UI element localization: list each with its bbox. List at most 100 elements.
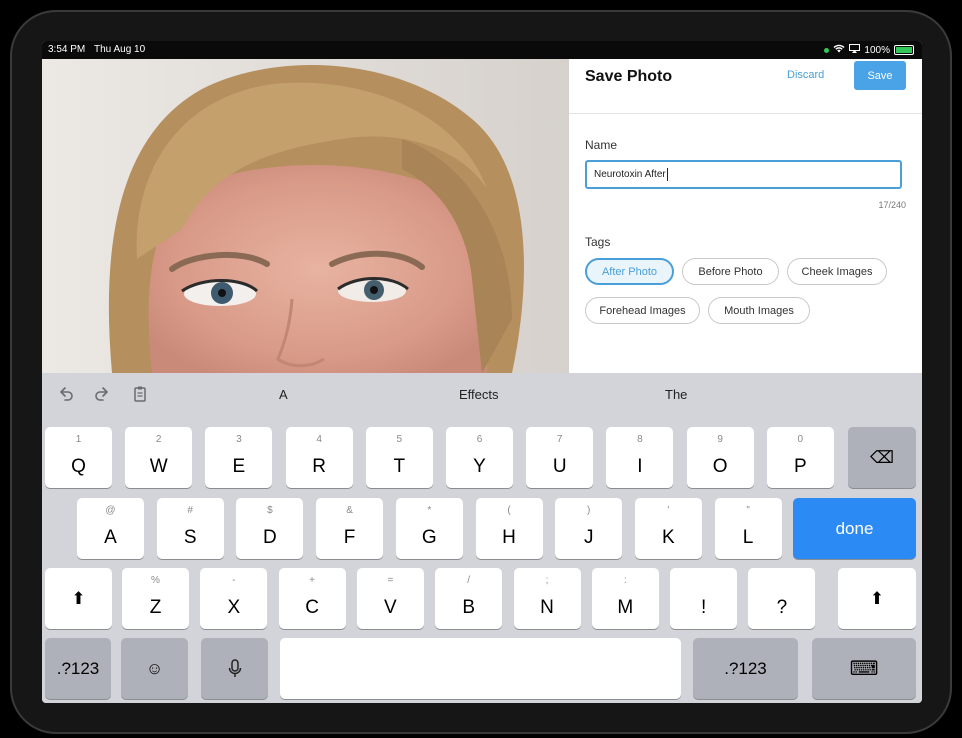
key-alt-char: 3 [236,434,242,445]
key-alt-char: # [187,505,193,516]
key-row1-5[interactable]: 6Y [446,427,513,488]
key-row1-1[interactable]: 2W [125,427,193,488]
key-alt-char: % [151,575,160,586]
numbers-key-right[interactable]: .?123 [693,638,798,699]
key-row3-3[interactable]: = V [356,568,424,629]
undo-icon[interactable] [56,385,76,405]
key-char: ? [776,597,788,618]
onscreen-keyboard: A Effects The 1Q2W3E4R5T6Y7U8I9O0P @ A # S $… [42,373,922,703]
key-char: ! [700,597,707,618]
key-row2-1[interactable]: # S [156,498,224,559]
key-row1-8[interactable]: 9O [686,427,754,488]
key-row3-6[interactable]: :M [591,568,659,629]
status-time: 3:54 PM [48,44,86,55]
key-row1-7[interactable]: 8I [606,427,674,488]
key-row1-9[interactable]: 0P [766,427,834,488]
paste-icon[interactable] [130,385,150,405]
wifi-icon [833,44,845,56]
save-button[interactable]: Save [854,61,906,90]
key-char: L [742,527,754,548]
key-row3-2[interactable]: + C [278,568,346,629]
suggestion-2[interactable]: Effects [459,387,499,402]
face-photo-image [42,59,569,373]
emoji-icon: ☺ [145,658,164,678]
tag-forehead-images[interactable]: Forehead Images [585,297,700,324]
key-row1-3[interactable]: 4R [285,427,353,488]
shift-key-left[interactable]: ⬆ [45,568,112,629]
key-char: Q [71,456,86,477]
key-row2-3[interactable]: & F [316,498,384,559]
key-char: K [662,527,675,548]
battery-percent: 100% [864,44,890,56]
name-input-value: Neurotoxin After [594,169,666,180]
panel-title: Save Photo [585,68,673,85]
key-row2-6[interactable]: ) J [555,498,623,559]
tag-mouth-images[interactable]: Mouth Images [708,297,810,324]
name-label: Name [585,138,618,152]
delete-key[interactable]: ⌫ [848,427,916,488]
numbers-key-left[interactable]: .?123 [45,638,111,699]
key-char: O [712,456,728,477]
done-key[interactable]: done [793,498,916,559]
dictation-key[interactable] [201,638,268,699]
key-row1-6[interactable]: 7U [526,427,594,488]
key-char: A [104,527,117,548]
save-photo-panel: Save Photo Discard Save Name Neurotoxin … [569,59,922,373]
tag-before-photo[interactable]: Before Photo [682,258,779,285]
redo-icon[interactable] [92,385,112,405]
key-alt-char: @ [105,505,116,516]
key-alt-char: 8 [637,434,643,445]
key-char: R [312,456,326,477]
key-row3-4[interactable]: / B [435,568,503,629]
key-row2-7[interactable]: ' K [634,498,702,559]
key-row2-8[interactable]: " L [714,498,782,559]
key-row3-5[interactable]: ; N [513,568,581,629]
key-row1-4[interactable]: 5T [365,427,433,488]
emoji-key[interactable]: ☺ [121,638,188,699]
key-char: S [183,527,197,548]
status-date: Thu Aug 10 [94,44,146,55]
key-row1-2[interactable]: 3E [205,427,273,488]
key-row2-5[interactable]: (H [475,498,543,559]
key-alt-char: : [623,575,627,586]
key-row1-0[interactable]: 1Q [45,427,112,488]
key-row2-4[interactable]: * G [395,498,463,559]
key-row2-2[interactable]: $ D [236,498,304,559]
shift-key-right[interactable]: ⬆ [838,568,916,629]
key-char: D [263,527,277,548]
key-char: C [305,597,319,618]
key-alt-char: / [467,575,471,586]
key-char: N [540,597,554,618]
header-divider [569,113,922,114]
tags-label: Tags [585,235,611,249]
shift-icon: ⬆ [869,588,885,608]
key-row2-0[interactable]: @ A [77,498,144,559]
status-bar: 3:54 PM Thu Aug 10 100% [42,41,922,59]
key-alt-char: 1 [75,434,82,445]
key-row3-7[interactable]: ! [670,568,738,629]
key-char: Y [473,456,486,477]
key-alt-char: ) [587,505,591,516]
tag-after-photo[interactable]: After Photo [585,258,674,285]
key-row3-8[interactable]: ? [748,568,816,629]
key-alt-char: 9 [717,434,723,445]
key-row3-1[interactable]: -X [200,568,268,629]
discard-button[interactable]: Discard [787,69,824,81]
tag-cheek-images[interactable]: Cheek Images [787,258,887,285]
numbers-key-label: .?123 [56,658,100,678]
suggestion-3[interactable]: The [665,387,687,402]
key-char: Z [149,597,162,618]
key-alt-char: ; [545,575,549,586]
hide-keyboard-key[interactable]: ⌨ [812,638,916,699]
suggestion-1[interactable]: A [279,387,288,402]
shift-icon: ⬆ [71,588,86,608]
key-char: I [637,456,643,477]
screen-mirroring-icon [849,44,861,56]
key-row3-0[interactable]: % Z [122,568,189,629]
key-alt-char: 5 [396,434,403,445]
key-char: M [617,597,634,618]
space-bar[interactable] [280,638,681,699]
key-char: U [552,456,567,477]
name-input[interactable]: Neurotoxin After [585,160,902,189]
key-char: W [149,456,168,477]
